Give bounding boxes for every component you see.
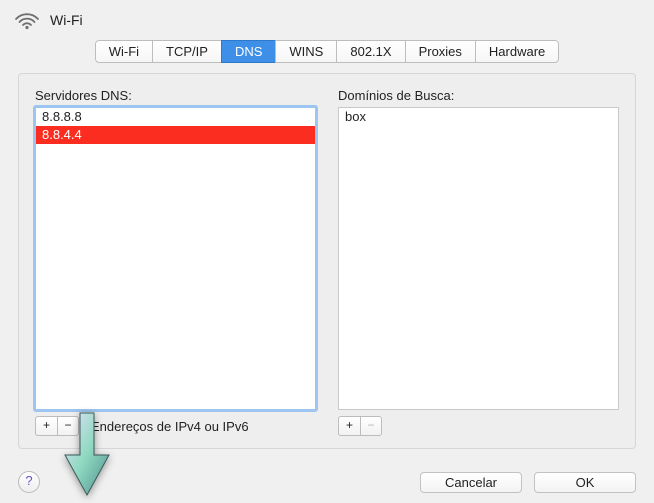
tab-8021x[interactable]: 802.1X: [336, 40, 404, 63]
search-domains-label: Domínios de Busca:: [338, 88, 619, 103]
dns-servers-column: Servidores DNS: 8.8.8.8 8.8.4.4 + − Ende…: [35, 88, 316, 436]
tab-tcpip[interactable]: TCP/IP: [152, 40, 221, 63]
content-panel: Servidores DNS: 8.8.8.8 8.8.4.4 + − Ende…: [18, 73, 636, 449]
cancel-button[interactable]: Cancelar: [420, 472, 522, 493]
dns-remove-button[interactable]: −: [57, 416, 79, 436]
dns-add-button[interactable]: +: [35, 416, 57, 436]
tab-bar: Wi-Fi TCP/IP DNS WINS 802.1X Proxies Har…: [0, 38, 654, 73]
header: Wi-Fi: [0, 0, 654, 38]
dns-hint: Endereços de IPv4 ou IPv6: [91, 419, 249, 434]
wifi-icon: [14, 10, 40, 30]
dialog-footer: ? Cancelar OK: [18, 471, 636, 493]
dns-server-row[interactable]: 8.8.4.4: [36, 126, 315, 144]
search-domains-column: Domínios de Busca: box + −: [338, 88, 619, 436]
dns-servers-list[interactable]: 8.8.8.8 8.8.4.4: [35, 107, 316, 410]
tab-proxies[interactable]: Proxies: [405, 40, 475, 63]
dns-server-row[interactable]: 8.8.8.8: [36, 108, 315, 126]
tab-hardware[interactable]: Hardware: [475, 40, 559, 63]
dns-add-remove-group: + −: [35, 416, 79, 436]
ok-button[interactable]: OK: [534, 472, 636, 493]
network-advanced-window: Wi-Fi Wi-Fi TCP/IP DNS WINS 802.1X Proxi…: [0, 0, 654, 503]
search-add-button[interactable]: +: [338, 416, 360, 436]
search-domains-list[interactable]: box: [338, 107, 619, 410]
search-add-remove-group: + −: [338, 416, 382, 436]
search-domain-row[interactable]: box: [339, 108, 618, 126]
help-button[interactable]: ?: [18, 471, 40, 493]
tab-wifi[interactable]: Wi-Fi: [95, 40, 152, 63]
search-remove-button[interactable]: −: [360, 416, 382, 436]
tab-dns[interactable]: DNS: [221, 40, 275, 63]
window-title: Wi-Fi: [50, 12, 83, 28]
dns-servers-label: Servidores DNS:: [35, 88, 316, 103]
tab-wins[interactable]: WINS: [275, 40, 336, 63]
